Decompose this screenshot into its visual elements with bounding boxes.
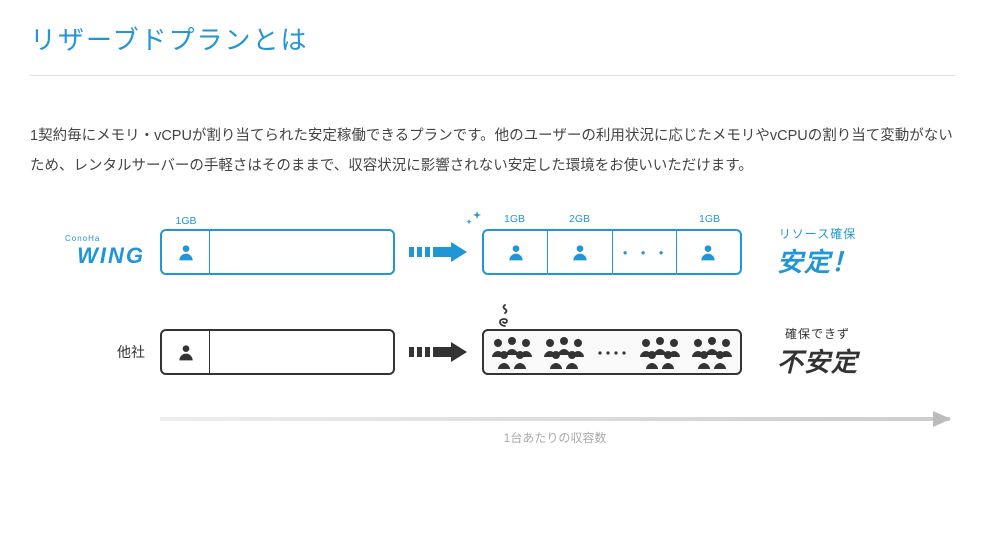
axis-bar (160, 417, 950, 421)
arrow-wing (401, 240, 476, 264)
user-cell (548, 231, 612, 273)
description-text: 1契約毎にメモリ・vCPUが割り当てられた安定稼働できるプランです。他のユーザー… (30, 121, 955, 182)
result-sup-text: リソース確保 (760, 225, 875, 242)
capacity-label: 1GB (482, 213, 547, 225)
capacity-labels-row: 1GB 2GB 1GB (482, 213, 742, 225)
person-icon (698, 242, 718, 262)
wing-multi-server-box: ・・・ (482, 229, 742, 275)
arrow-right-icon (409, 340, 469, 364)
person-icon (570, 242, 590, 262)
spring-icon (494, 303, 516, 327)
wing-brand-name: WING (47, 243, 145, 268)
other-crowded-server-box (482, 329, 742, 375)
capacity-label: 1GB (162, 215, 210, 227)
result-main-text: 不安定 (760, 342, 875, 379)
person-icon (176, 342, 196, 362)
wing-single-server-box: 1GB (160, 229, 395, 275)
result-sup-text: 確保できず (760, 325, 875, 342)
user-cell (677, 231, 740, 273)
capacity-label: 2GB (547, 213, 612, 225)
user-cell (162, 231, 210, 273)
sparkle-icon (464, 209, 484, 229)
ellipsis-cell: ・・・ (613, 231, 677, 273)
arrow-right-icon (409, 240, 469, 264)
ellipsis-icon: ・・・ (617, 240, 671, 264)
person-icon (506, 242, 526, 262)
user-cell (162, 331, 210, 373)
result-main-text: 安定！ (760, 242, 875, 279)
capacity-label (612, 213, 677, 225)
other-multi-server-wrap (482, 329, 742, 375)
capacity-label: 1GB (677, 213, 742, 225)
section-heading: リザーブドプランとは (30, 20, 955, 76)
wing-brand-sup: ConoHa (30, 234, 145, 243)
crowd-icon (484, 331, 740, 373)
wing-multi-server-wrap: 1GB 2GB 1GB ・・・ (482, 229, 742, 275)
result-unstable: 確保できず 不安定 (760, 325, 875, 379)
wing-label: ConoHa WING (30, 234, 160, 269)
axis: 1台あたりの収容数 (160, 417, 950, 446)
other-row: 他社 (30, 317, 955, 387)
person-icon (176, 242, 196, 262)
arrow-other (401, 340, 476, 364)
other-label: 他社 (30, 342, 160, 362)
comparison-diagram: ConoHa WING 1GB 1GB 2GB (30, 217, 955, 446)
wing-row: ConoHa WING 1GB 1GB 2GB (30, 217, 955, 287)
axis-label: 1台あたりの収容数 (160, 429, 950, 446)
user-cell (484, 231, 548, 273)
result-stable: リソース確保 安定！ (760, 225, 875, 279)
other-single-server-box (160, 329, 395, 375)
